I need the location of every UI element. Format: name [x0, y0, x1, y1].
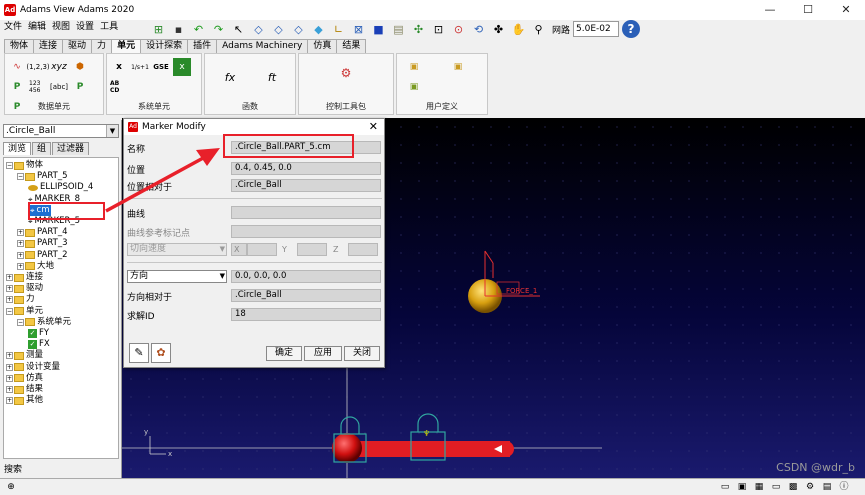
status-image-icon[interactable]: ▣	[735, 481, 749, 493]
status-grid-icon[interactable]: ▩	[786, 481, 800, 493]
status-camera-icon[interactable]: ▤	[820, 481, 834, 493]
status-settings-icon[interactable]: ⚙	[803, 481, 817, 493]
status-info-icon: ⊕	[7, 482, 15, 492]
status-display-icon[interactable]: ▭	[769, 481, 783, 493]
watermark-text: CSDN @wdr_b	[776, 461, 855, 474]
status-layout-icon[interactable]: ▦	[752, 481, 766, 493]
status-bar: ⊕ ▭ ▣ ▦ ▭ ▩ ⚙ ▤ ⓘ	[0, 478, 865, 495]
status-info-square-icon[interactable]: ⓘ	[837, 481, 851, 493]
status-view-icon[interactable]: ▭	[718, 481, 732, 493]
annotation-arrow	[105, 148, 220, 213]
